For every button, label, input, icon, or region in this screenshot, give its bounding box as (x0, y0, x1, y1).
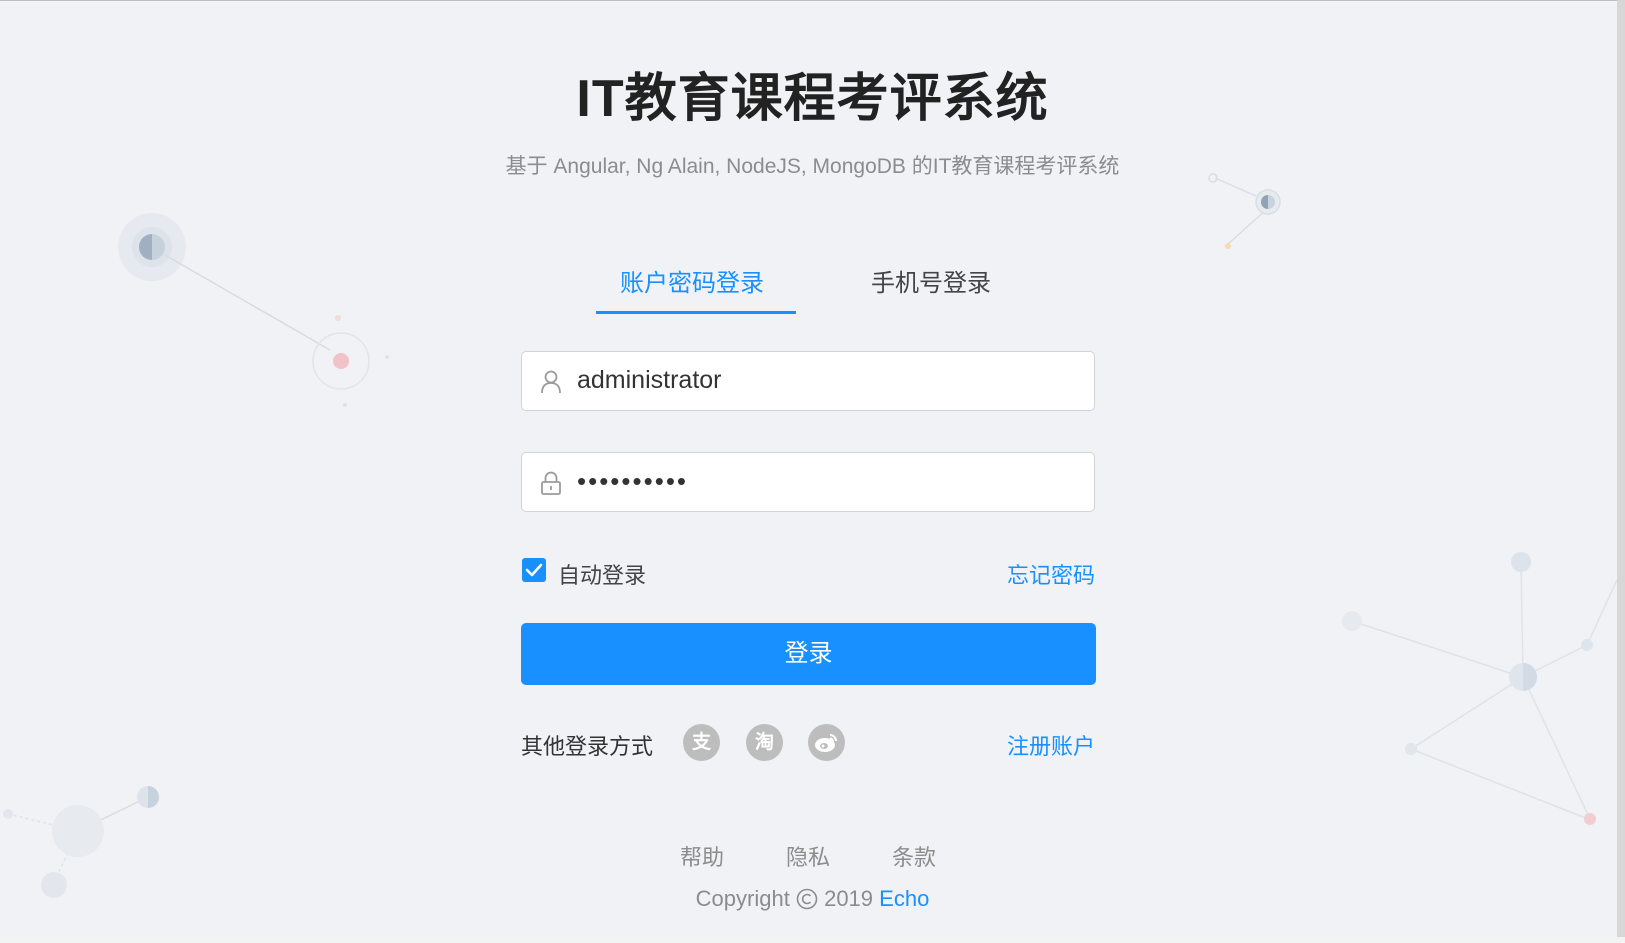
other-login-label: 其他登录方式 (521, 734, 654, 759)
footer-link-privacy[interactable]: 隐私 (786, 840, 830, 872)
lock-icon (540, 471, 562, 495)
username-field[interactable]: administrator (521, 351, 1095, 411)
password-field[interactable]: •••••••••• (521, 452, 1095, 512)
tab-mobile[interactable]: 手机号登录 (871, 263, 991, 298)
copyright: Copyright 2019 Echo (0, 886, 1625, 912)
remember-me-checkbox[interactable] (522, 558, 546, 582)
window-bottom-edge (0, 937, 1625, 943)
copyright-brand-link[interactable]: Echo (879, 886, 929, 911)
check-icon (525, 563, 543, 577)
window-top-border (0, 0, 1625, 1)
forgot-password-link[interactable]: 忘记密码 (1007, 558, 1095, 590)
register-link[interactable]: 注册账户 (1007, 729, 1095, 761)
copyright-prefix: Copyright (695, 886, 790, 911)
password-value: •••••••••• (577, 466, 689, 496)
tab-account-password[interactable]: 账户密码登录 (620, 263, 764, 298)
copyright-year: 2019 (824, 886, 874, 911)
page-subtitle: 基于 Angular, Ng Alain, NodeJS, MongoDB 的I… (505, 155, 1120, 178)
active-tab-indicator (596, 311, 796, 314)
remember-me-label[interactable]: 自动登录 (558, 558, 646, 590)
weibo-glyph (815, 734, 837, 752)
page-title: IT教育课程考评系统 (576, 70, 1049, 128)
login-tabs: 账户密码登录 手机号登录 (596, 255, 1016, 315)
alipay-icon[interactable]: 支 (683, 724, 720, 761)
copyright-icon (796, 886, 824, 911)
login-button[interactable]: 登录 (521, 623, 1096, 685)
user-icon (540, 370, 562, 394)
username-value: administrator (577, 366, 722, 394)
taobao-icon[interactable]: 淘 (746, 724, 783, 761)
footer-link-terms[interactable]: 条款 (892, 840, 936, 872)
weibo-icon[interactable] (808, 724, 845, 761)
window-scrollbar-edge (1617, 0, 1625, 943)
footer-link-help[interactable]: 帮助 (680, 840, 724, 872)
